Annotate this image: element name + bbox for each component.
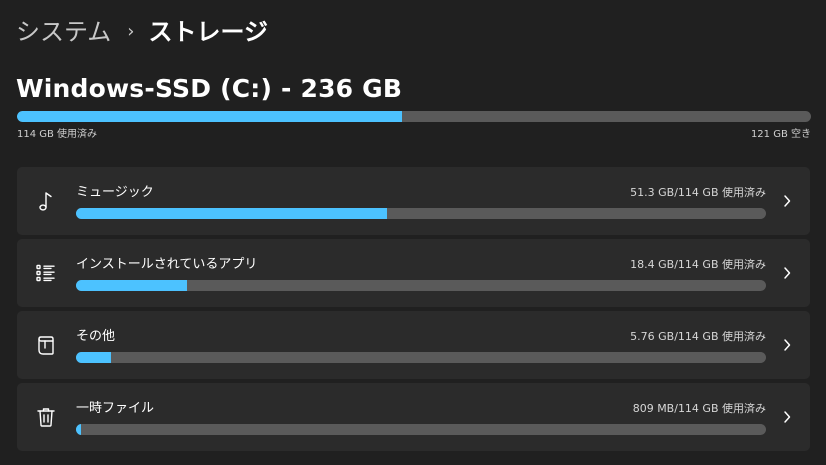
category-installed-apps[interactable]: インストールされているアプリ 18.4 GB/114 GB 使用済み	[17, 239, 810, 307]
category-usage-bar-fill	[76, 424, 81, 435]
category-other[interactable]: その他 5.76 GB/114 GB 使用済み	[17, 311, 810, 379]
drive-usage-bar-fill	[17, 111, 403, 122]
drive-used-label: 114 GB 使用済み	[17, 129, 98, 140]
storage-settings-page: システム › ストレージ Windows-SSD (C:) - 236 GB 1…	[0, 0, 826, 465]
category-temporary-files[interactable]: 一時ファイル 809 MB/114 GB 使用済み	[17, 383, 810, 451]
chevron-right-icon	[784, 267, 791, 279]
chevron-right-icon	[784, 339, 791, 351]
other-files-icon	[35, 333, 57, 357]
music-note-icon	[35, 189, 57, 213]
breadcrumb-system-link[interactable]: システム	[16, 14, 111, 50]
category-label: インストールされているアプリ	[76, 257, 258, 272]
category-music[interactable]: ミュージック 51.3 GB/114 GB 使用済み	[17, 167, 810, 235]
breadcrumb: システム › ストレージ	[16, 14, 268, 50]
chevron-right-icon	[784, 411, 791, 423]
page-title: ストレージ	[148, 18, 269, 46]
category-size: 51.3 GB/114 GB 使用済み	[630, 186, 766, 199]
category-usage-bar	[76, 352, 766, 363]
drive-usage-bar	[17, 111, 811, 122]
drive-title: Windows-SSD (C:) - 236 GB	[16, 74, 403, 103]
storage-category-list: ミュージック 51.3 GB/114 GB 使用済み インストールされているアプ…	[17, 167, 810, 455]
category-usage-bar	[76, 280, 766, 291]
category-usage-bar	[76, 208, 766, 219]
category-label: その他	[76, 329, 116, 344]
category-size: 5.76 GB/114 GB 使用済み	[630, 330, 766, 343]
category-size: 18.4 GB/114 GB 使用済み	[630, 258, 766, 271]
category-usage-bar-fill	[76, 352, 112, 363]
category-label: 一時ファイル	[76, 401, 155, 416]
category-usage-bar-fill	[76, 208, 387, 219]
trash-icon	[35, 405, 57, 429]
category-label: ミュージック	[76, 185, 154, 200]
category-usage-bar	[76, 424, 766, 435]
drive-free-label: 121 GB 空き	[750, 129, 811, 140]
category-usage-bar-fill	[76, 280, 188, 291]
apps-list-icon	[35, 261, 57, 285]
breadcrumb-chevron-icon: ›	[127, 21, 135, 42]
category-size: 809 MB/114 GB 使用済み	[632, 402, 766, 415]
chevron-right-icon	[784, 195, 791, 207]
